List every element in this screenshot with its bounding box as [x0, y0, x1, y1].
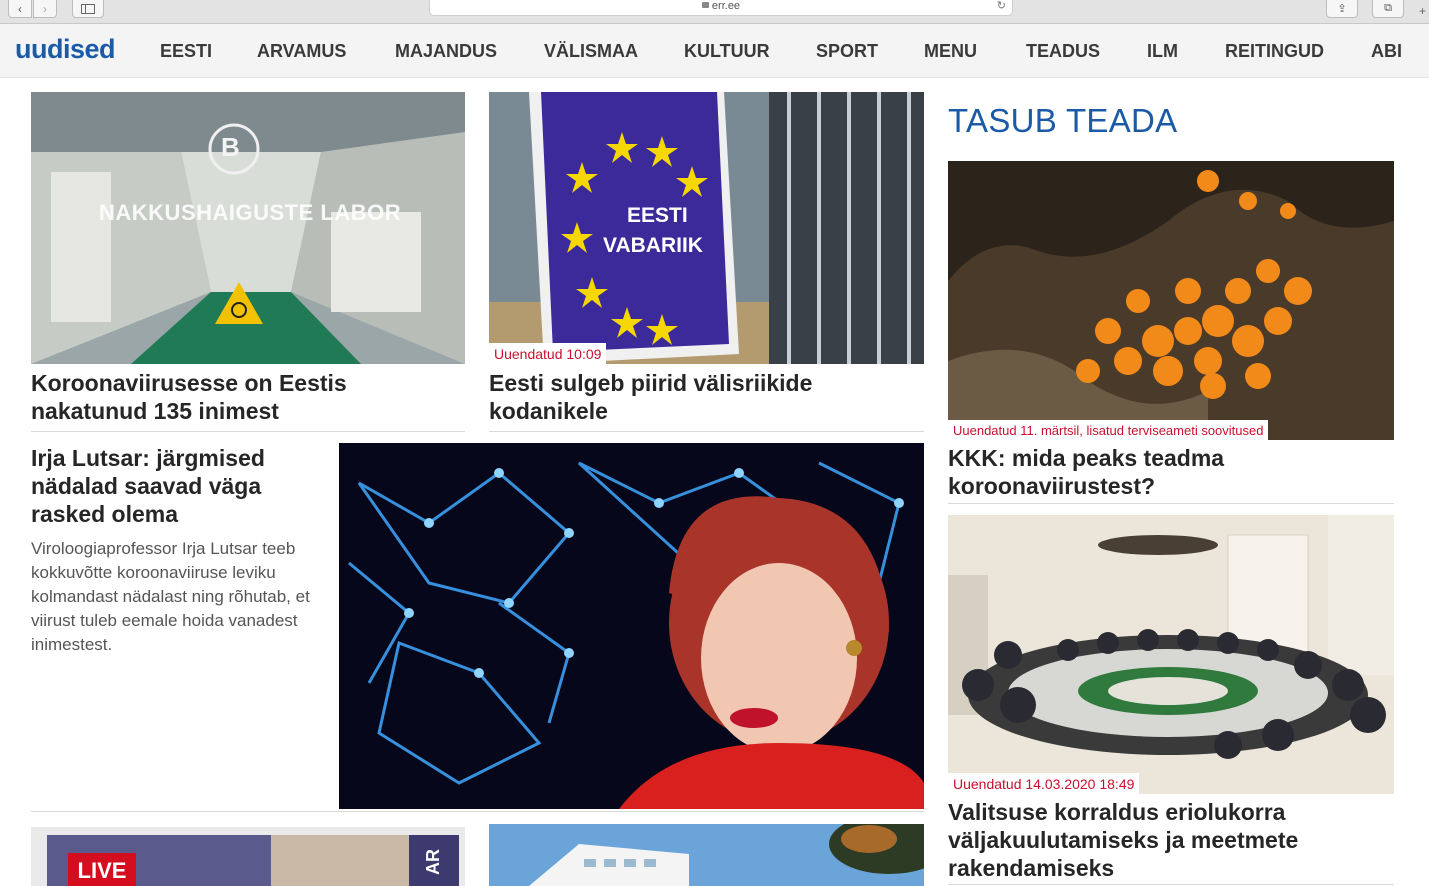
site-header: uudised EESTI ARVAMUS MAJANDUS VÄLISMAA …: [0, 24, 1429, 78]
menu-item-kultuur[interactable]: KULTUUR: [684, 41, 770, 62]
lab-sign-text: NAKKUSHAIGUSTE LABOR: [99, 200, 402, 225]
building-image[interactable]: [489, 824, 924, 886]
live-image[interactable]: LIVE AR: [31, 827, 465, 886]
divider: [489, 431, 924, 432]
lutsar-headline[interactable]: Irja Lutsar: järgmised nädalad saavad vä…: [31, 444, 321, 528]
sidebar-title: TASUB TEADA: [948, 102, 1178, 139]
lock-icon: [701, 2, 709, 8]
menu-item-reitingud[interactable]: REITINGUD: [1225, 41, 1324, 62]
border-sign-line1: EESTI: [627, 204, 688, 227]
menu-item-arvamus[interactable]: ARVAMUS: [257, 41, 346, 62]
back-icon[interactable]: ‹: [8, 0, 32, 18]
url-text: err.ee: [711, 0, 741, 12]
border-sign-line2: VABARIIK: [603, 234, 703, 257]
lutsar-image[interactable]: [339, 443, 924, 809]
live-side-text: AR: [423, 849, 443, 875]
share-icon[interactable]: ⇪: [1326, 0, 1358, 18]
menu-item-eesti[interactable]: EESTI: [160, 41, 212, 62]
menu-item-teadus[interactable]: TEADUS: [1026, 41, 1100, 62]
government-headline[interactable]: Valitsuse korraldus eriolukorra väljakuu…: [948, 798, 1394, 882]
divider: [31, 431, 465, 432]
menu-item-majandus[interactable]: MAJANDUS: [395, 41, 497, 62]
virus-image[interactable]: Uuendatud 11. märtsil, lisatud terviseam…: [948, 161, 1394, 440]
browser-toolbar: ‹ › err.ee ↻ ⇪ ⧉ +: [0, 0, 1429, 24]
reload-icon[interactable]: ↻: [997, 0, 1006, 12]
menu-item-abi[interactable]: ABI: [1371, 41, 1402, 62]
divider: [948, 884, 1394, 885]
government-image[interactable]: Uuendatud 14.03.2020 18:49: [948, 515, 1394, 794]
menu-item-menu[interactable]: MENU: [924, 41, 977, 62]
live-badge: LIVE: [68, 853, 136, 886]
tabs-overview-icon[interactable]: ⧉: [1372, 0, 1404, 18]
sidebar-toggle-icon[interactable]: [72, 0, 104, 18]
lab-image[interactable]: B NAKKUSHAIGUSTE LABOR: [31, 92, 465, 364]
lab-logo-letter: B: [221, 132, 240, 162]
lutsar-lede: Viroloogiaprofessor Irja Lutsar teeb kok…: [31, 539, 310, 654]
divider: [948, 503, 1394, 504]
site-logo[interactable]: uudised: [15, 34, 116, 65]
forward-icon[interactable]: ›: [33, 0, 57, 18]
new-tab-icon[interactable]: +: [1419, 4, 1426, 18]
border-updated-stamp: Uuendatud 10:09: [489, 343, 607, 364]
menu-item-valismaa[interactable]: VÄLISMAA: [544, 41, 638, 62]
lab-headline[interactable]: Koroonaviirusesse on Eestis nakatunud 13…: [31, 369, 465, 425]
government-updated-stamp: Uuendatud 14.03.2020 18:49: [948, 773, 1140, 794]
divider: [31, 811, 924, 812]
border-headline[interactable]: Eesti sulgeb piirid välisriikide kodanik…: [489, 369, 924, 425]
menu-item-sport[interactable]: SPORT: [816, 41, 878, 62]
address-bar[interactable]: err.ee ↻: [429, 0, 1013, 16]
border-image[interactable]: EESTI VABARIIK Uuendatud 10:09: [489, 92, 924, 364]
menu-item-ilm[interactable]: ILM: [1147, 41, 1178, 62]
virus-updated-stamp: Uuendatud 11. märtsil, lisatud terviseam…: [948, 420, 1269, 440]
kkk-headline[interactable]: KKK: mida peaks teadma koroonaviirustest…: [948, 444, 1394, 500]
